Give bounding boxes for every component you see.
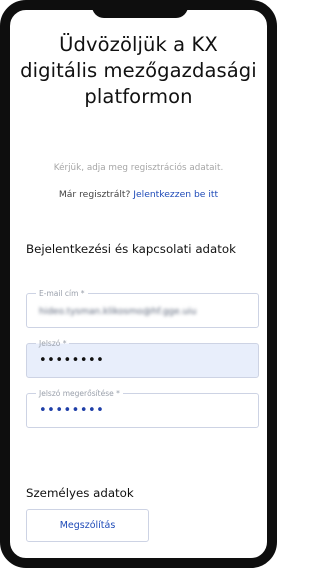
registration-form: Üdvözöljük a KX digitális mezőgazdasági … xyxy=(20,20,259,558)
email-field[interactable]: E-mail cím * hideo.tysman.klikosmo@hf.gg… xyxy=(26,288,259,328)
password-confirm-field[interactable]: Jelszó megerősítése * •••••••• xyxy=(26,388,259,428)
login-prompt: Már regisztrált? Jelentkezzen be itt xyxy=(20,189,257,200)
email-value: hideo.tysman.klikosmo@hf.gge.uiu xyxy=(39,307,197,317)
login-link[interactable]: Jelentkezzen be itt xyxy=(133,189,218,200)
email-label: E-mail cím * xyxy=(36,288,88,299)
personal-section-heading: Személyes adatok xyxy=(26,486,134,500)
firstname-field[interactable]: Keresztnév * xyxy=(35,557,89,558)
page-title: Üdvözöljük a KX digitális mezőgazdasági … xyxy=(20,33,257,108)
password-confirm-value: •••••••• xyxy=(39,403,105,418)
password-value: •••••••• xyxy=(39,353,105,368)
login-section-heading: Bejelentkezési és kapcsolati adatok xyxy=(26,242,236,256)
page-subtitle: Kérjük, adja meg regisztrációs adatait. xyxy=(53,163,224,173)
salutation-button[interactable]: Megszólítás xyxy=(26,509,149,542)
firstname-label: Keresztnév * xyxy=(35,557,89,558)
phone-frame: Üdvözöljük a KX digitális mezőgazdasági … xyxy=(0,0,277,568)
already-registered-text: Már regisztrált? xyxy=(58,189,131,200)
phone-notch xyxy=(92,0,188,18)
password-label: Jelszó * xyxy=(36,338,70,349)
password-confirm-label: Jelszó megerősítése * xyxy=(36,388,123,399)
password-field[interactable]: Jelszó * •••••••• xyxy=(26,338,259,378)
